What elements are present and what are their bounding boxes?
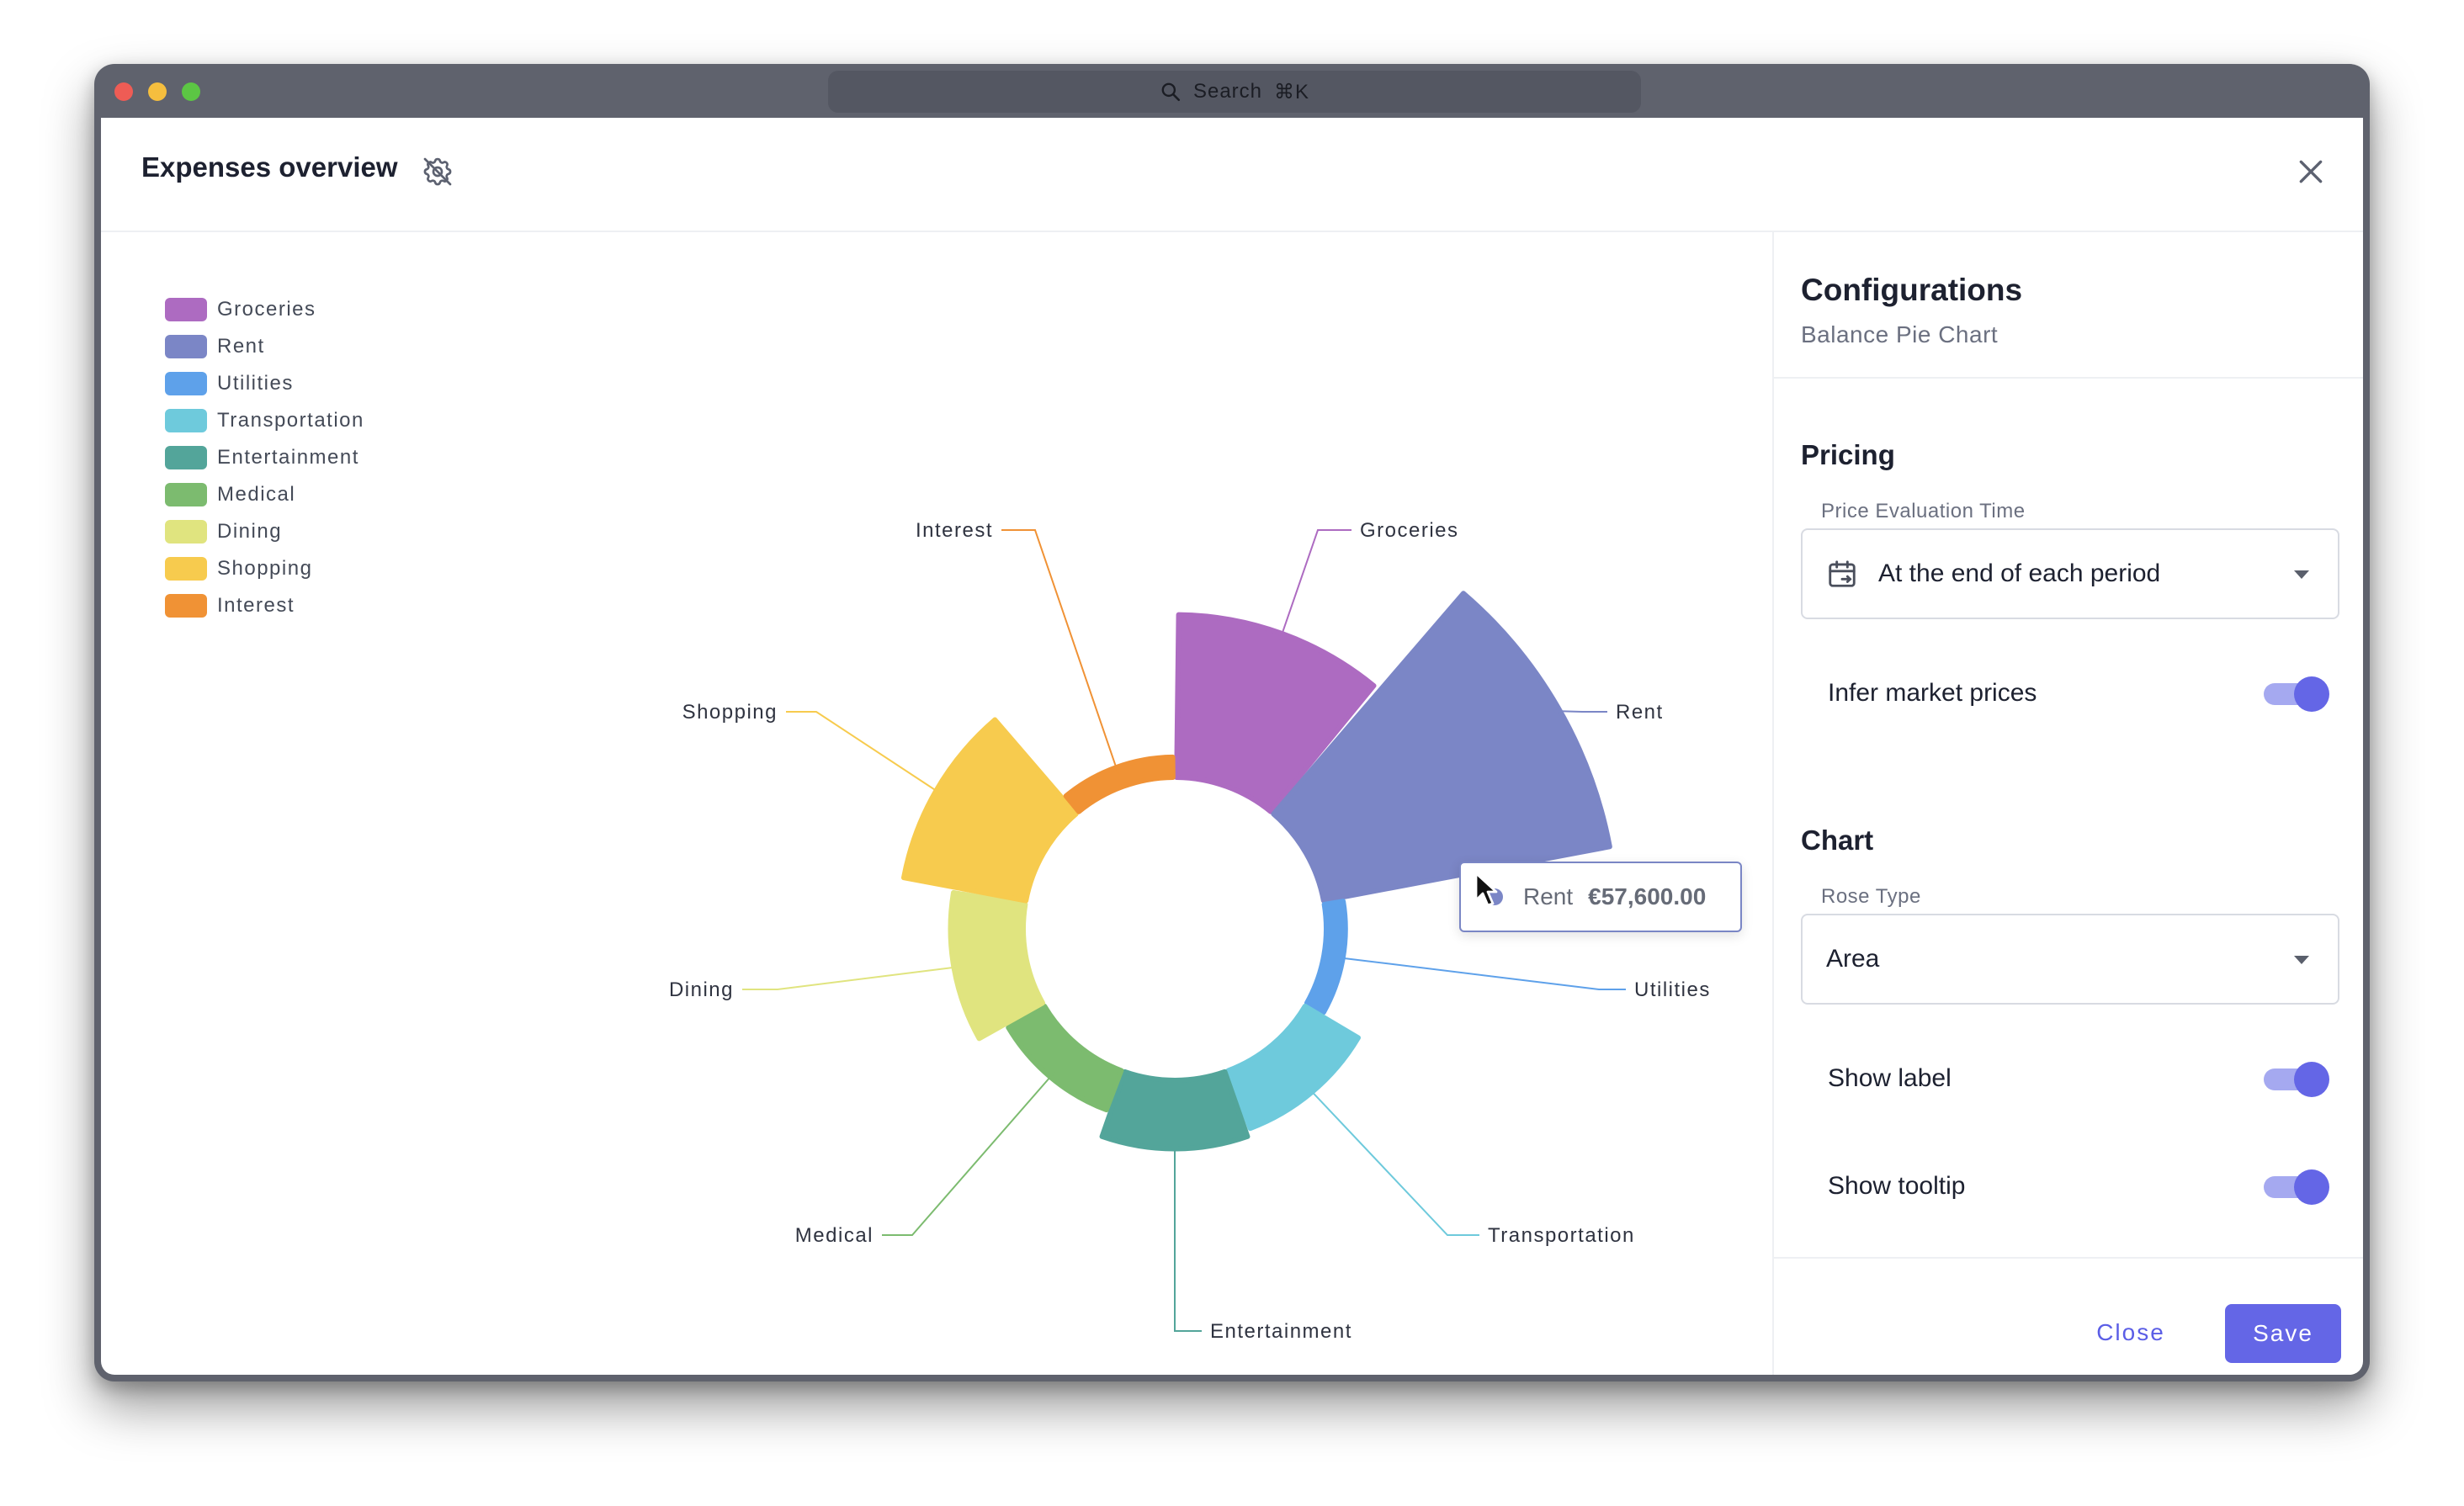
window-minimize-button[interactable]	[148, 82, 167, 101]
rose-type-select[interactable]: Area	[1801, 914, 2339, 1005]
show-label-label: Show label	[1828, 1064, 1952, 1092]
slice-label: Dining	[669, 978, 734, 1001]
chevron-down-icon	[2294, 956, 2309, 964]
rose-slice-entertainment[interactable]	[1099, 1069, 1251, 1152]
slice-label: Interest	[916, 519, 993, 542]
show-tooltip-label: Show tooltip	[1828, 1172, 1966, 1200]
rose-slice-transportation[interactable]	[1225, 1003, 1361, 1132]
toggle-knob	[2294, 1062, 2329, 1097]
label-leader-line	[1001, 529, 1119, 775]
price-evaluation-label: Price Evaluation Time	[1821, 500, 2026, 522]
infer-market-prices-toggle[interactable]	[2264, 676, 2329, 712]
show-tooltip-toggle[interactable]	[2264, 1169, 2329, 1205]
rose-type-label: Rose Type	[1821, 885, 1921, 908]
rose-slice-interest[interactable]	[1063, 754, 1176, 814]
slice-label: Medical	[795, 1224, 874, 1247]
price-evaluation-value: At the end of each period	[1878, 559, 2161, 587]
calendar-icon	[1829, 560, 1856, 587]
search-shortcut: ⌘K	[1274, 80, 1310, 103]
show-tooltip-row: Show tooltip	[1828, 1161, 2329, 1212]
show-label-toggle[interactable]	[2264, 1062, 2329, 1097]
modal-title: Expenses overview	[141, 151, 398, 183]
rose-pie-chart: Groceries Rent Utilities Transportation Ente…	[669, 519, 1711, 1343]
rose-slice-shopping[interactable]	[900, 717, 1079, 904]
rose-slice-utilities[interactable]	[1304, 899, 1348, 1015]
label-leader-line	[1279, 529, 1351, 640]
search-placeholder: Search	[1192, 80, 1263, 103]
slice-label: Utilities	[1634, 978, 1711, 1001]
infer-market-prices-label: Infer market prices	[1828, 679, 2037, 707]
chart-area: Groceries Rent Utilities Transportation Ente…	[101, 232, 1772, 1375]
window-maximize-button[interactable]	[182, 82, 200, 101]
label-leader-line	[1307, 1086, 1479, 1236]
chart-section-title: Chart	[1801, 825, 1874, 856]
expenses-modal: Expenses overview Groceries Rent Utilities…	[101, 118, 2363, 1375]
slice-label: Rent	[1616, 701, 1664, 724]
tooltip-series-name: Rent	[1523, 883, 1574, 909]
label-leader-line	[1174, 1142, 1202, 1332]
toggle-knob	[2294, 676, 2329, 712]
tooltip-value: €57,600.00	[1588, 883, 1707, 909]
slice-label: Entertainment	[1210, 1320, 1352, 1343]
search-bar[interactable]: Search ⌘K	[828, 71, 1641, 113]
close-button[interactable]: Close	[2080, 1304, 2181, 1361]
slice-label: Shopping	[682, 701, 778, 724]
label-leader-line	[742, 965, 961, 990]
label-leader-line	[786, 711, 943, 795]
infer-market-prices-row: Infer market prices	[1828, 668, 2329, 719]
search-icon	[1161, 82, 1181, 102]
chart-tooltip: Rent €57,600.00	[1459, 862, 1742, 932]
toggle-knob	[2294, 1169, 2329, 1205]
settings-off-icon[interactable]	[421, 155, 454, 188]
close-icon[interactable]	[2294, 155, 2328, 188]
rose-slice-medical[interactable]	[1006, 1003, 1124, 1113]
title-bar: Search ⌘K	[94, 64, 2370, 118]
rose-type-value: Area	[1826, 945, 1880, 973]
save-button[interactable]: Save	[2225, 1304, 2341, 1363]
section-divider	[1774, 377, 2363, 379]
mouse-cursor-icon	[1474, 872, 1498, 907]
pricing-section-title: Pricing	[1801, 439, 1895, 470]
config-title: Configurations	[1801, 273, 2023, 307]
chevron-down-icon	[2294, 570, 2309, 579]
window-close-button[interactable]	[114, 82, 133, 101]
label-leader-line	[882, 1071, 1056, 1236]
slice-label: Groceries	[1360, 519, 1459, 542]
modal-header: Expenses overview	[101, 118, 2363, 232]
footer-divider	[1774, 1257, 2363, 1259]
label-leader-line	[1336, 956, 1626, 990]
price-evaluation-select[interactable]: At the end of each period	[1801, 528, 2339, 619]
label-leader-line	[1552, 710, 1607, 713]
config-subtitle: Balance Pie Chart	[1801, 321, 1999, 347]
show-label-row: Show label	[1828, 1053, 2329, 1104]
slice-label: Transportation	[1488, 1224, 1635, 1247]
app-window: Search ⌘K Expenses overview Groceries Ren…	[94, 64, 2370, 1381]
configuration-panel: Configurations Balance Pie Chart Pricing…	[1774, 232, 2363, 1375]
